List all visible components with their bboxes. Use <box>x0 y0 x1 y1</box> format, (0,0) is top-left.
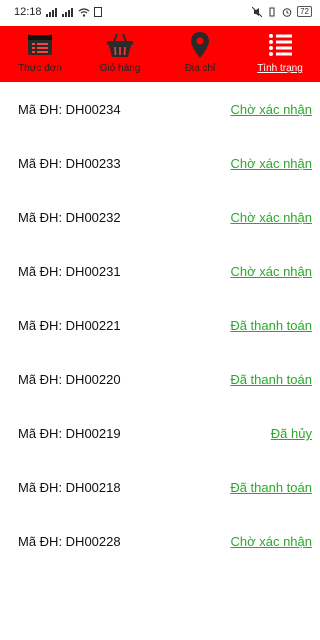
alarm-icon <box>282 7 292 17</box>
order-status-link[interactable]: Chờ xác nhận <box>230 534 312 549</box>
order-code: Mã ĐH: DH00219 <box>18 426 121 441</box>
order-status-link[interactable]: Đã thanh toán <box>230 318 312 333</box>
status-left-icons <box>46 7 102 17</box>
nav-label-status: Tình trạng <box>257 63 303 74</box>
list-item[interactable]: Mã ĐH: DH00221 Đã thanh toán <box>0 298 320 352</box>
order-code: Mã ĐH: DH00233 <box>18 156 121 171</box>
order-list: Mã ĐH: DH00234 Chờ xác nhận Mã ĐH: DH002… <box>0 82 320 568</box>
order-status-link[interactable]: Chờ xác nhận <box>230 264 312 279</box>
order-status-link[interactable]: Đã thanh toán <box>230 480 312 495</box>
order-code: Mã ĐH: DH00228 <box>18 534 121 549</box>
wifi-icon <box>78 8 90 17</box>
status-list-icon <box>269 34 292 56</box>
list-item[interactable]: Mã ĐH: DH00231 Chờ xác nhận <box>0 244 320 298</box>
list-item[interactable]: Mã ĐH: DH00228 Chờ xác nhận <box>0 514 320 568</box>
nav-tab-address[interactable]: Địa chỉ <box>160 26 240 82</box>
order-code: Mã ĐH: DH00218 <box>18 480 121 495</box>
order-code: Mã ĐH: DH00220 <box>18 372 121 387</box>
list-item[interactable]: Mã ĐH: DH00234 Chờ xác nhận <box>0 82 320 136</box>
nav-tab-cart[interactable]: Giỏ hàng <box>80 26 160 82</box>
mute-icon <box>252 6 263 17</box>
list-item[interactable]: Mã ĐH: DH00233 Chờ xác nhận <box>0 136 320 190</box>
status-bar: 12:18 72 <box>0 0 320 26</box>
list-item[interactable]: Mã ĐH: DH00220 Đã thanh toán <box>0 352 320 406</box>
location-pin-icon <box>191 32 209 58</box>
status-time: 12:18 <box>14 6 42 18</box>
battery-indicator: 72 <box>297 6 312 17</box>
order-code: Mã ĐH: DH00234 <box>18 102 121 117</box>
order-code: Mã ĐH: DH00221 <box>18 318 121 333</box>
order-status-link[interactable]: Chờ xác nhận <box>230 102 312 117</box>
top-navigation: Thực đơn Giỏ hàng Địa chỉ Tình trạng <box>0 26 320 82</box>
order-code: Mã ĐH: DH00232 <box>18 210 121 225</box>
signal-icon <box>46 8 57 17</box>
nav-label-menu: Thực đơn <box>18 63 62 74</box>
order-code: Mã ĐH: DH00231 <box>18 264 121 279</box>
nav-label-address: Địa chỉ <box>184 63 216 74</box>
nav-tab-menu[interactable]: Thực đơn <box>0 26 80 82</box>
list-item[interactable]: Mã ĐH: DH00232 Chờ xác nhận <box>0 190 320 244</box>
order-status-link[interactable]: Chờ xác nhận <box>230 156 312 171</box>
sim-icon <box>94 7 102 17</box>
order-status-link[interactable]: Đã thanh toán <box>230 372 312 387</box>
basket-icon <box>107 33 133 57</box>
list-item[interactable]: Mã ĐH: DH00218 Đã thanh toán <box>0 460 320 514</box>
nav-label-cart: Giỏ hàng <box>99 63 141 74</box>
status-right-icons: 72 <box>252 6 312 17</box>
order-status-link[interactable]: Đã hủy <box>271 426 312 441</box>
nav-tab-status[interactable]: Tình trạng <box>240 26 320 82</box>
order-status-link[interactable]: Chờ xác nhận <box>230 210 312 225</box>
menu-card-icon <box>28 35 52 55</box>
signal-2-icon <box>62 8 73 17</box>
vibrate-icon <box>269 7 275 16</box>
list-item[interactable]: Mã ĐH: DH00219 Đã hủy <box>0 406 320 460</box>
